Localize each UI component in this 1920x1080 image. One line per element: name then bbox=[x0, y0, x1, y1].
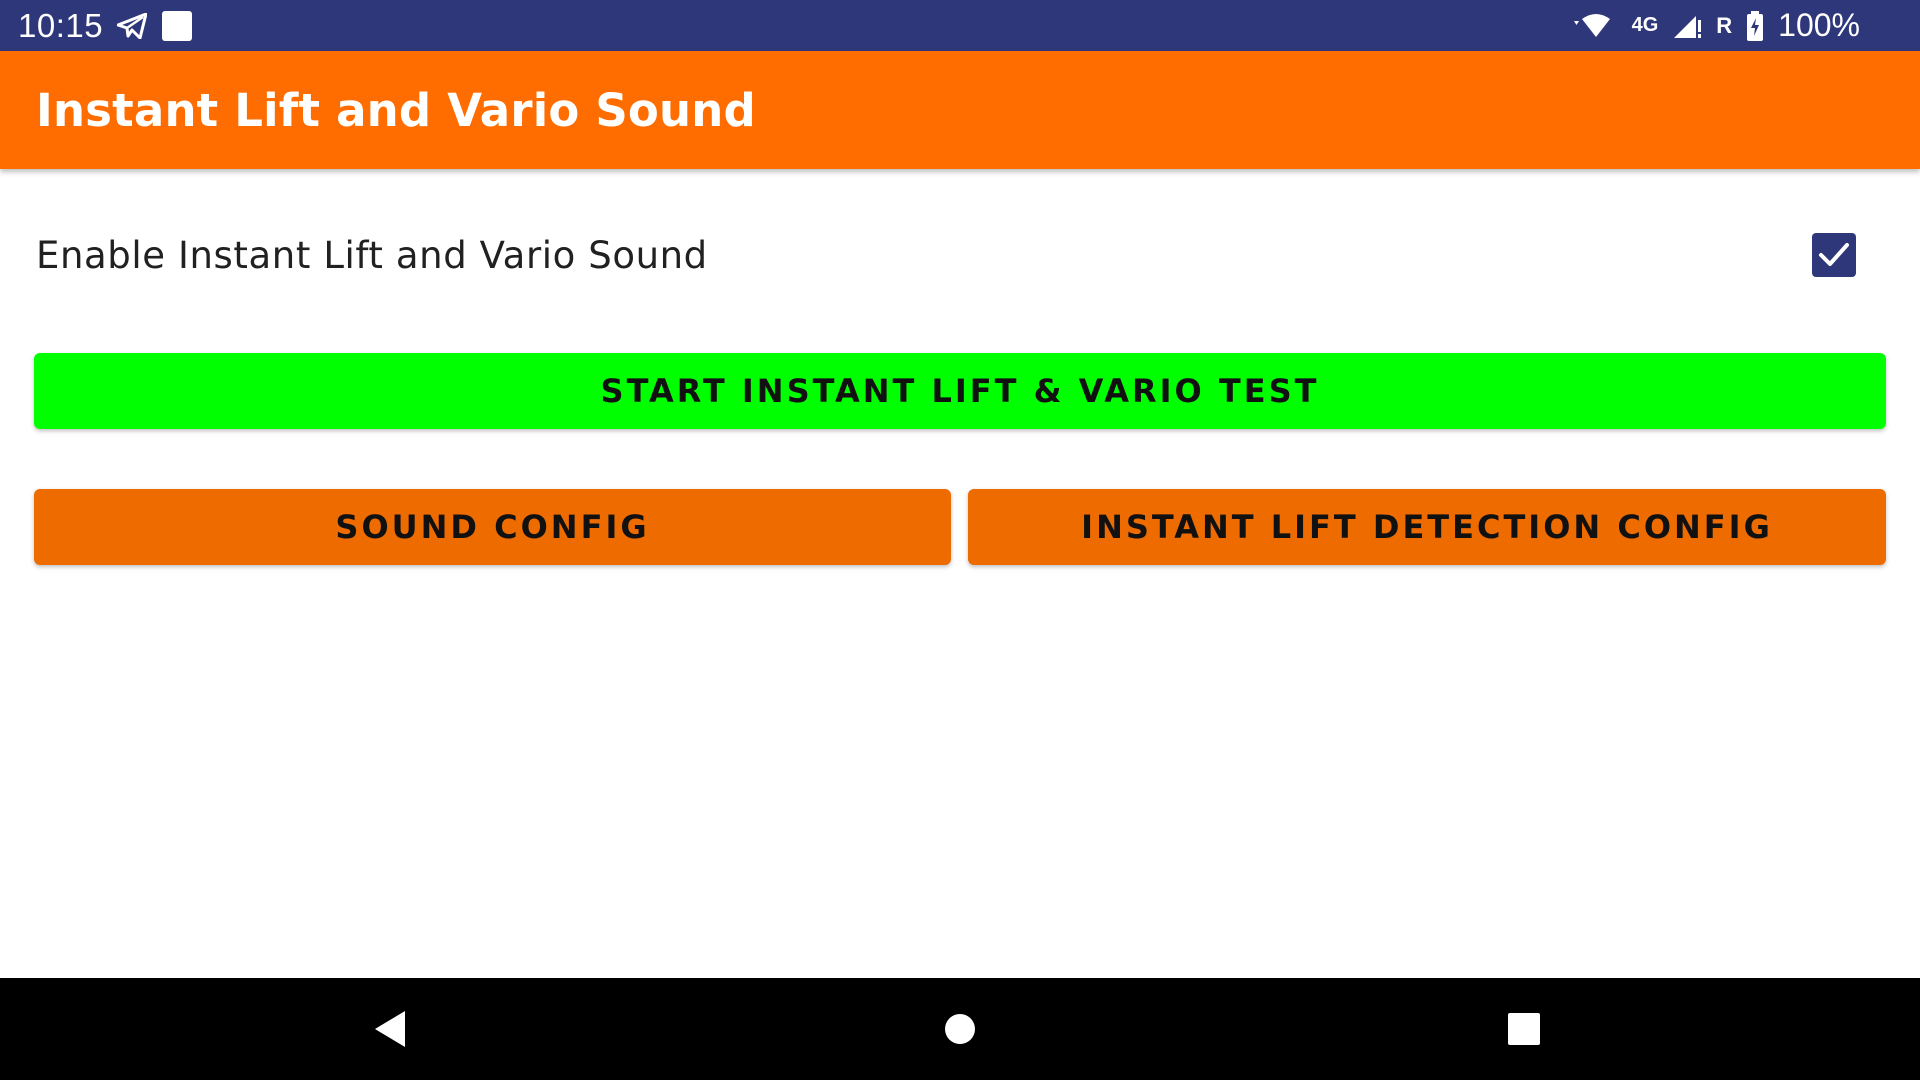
start-test-button[interactable]: START INSTANT LIFT & VARIO TEST bbox=[34, 353, 1886, 429]
status-left: 10:15 bbox=[18, 7, 193, 45]
network-type: 4G bbox=[1631, 14, 1659, 36]
back-icon bbox=[375, 1011, 405, 1047]
notification-square-icon bbox=[161, 10, 193, 42]
battery-charging-icon bbox=[1746, 10, 1764, 41]
enable-label: Enable Instant Lift and Vario Sound bbox=[36, 233, 708, 277]
wifi-icon bbox=[1572, 13, 1618, 39]
sound-config-button[interactable]: SOUND CONFIG bbox=[34, 489, 951, 565]
status-time: 10:15 bbox=[18, 6, 104, 44]
signal-icon bbox=[1672, 12, 1702, 40]
navigation-bar bbox=[0, 978, 1920, 1080]
recents-button[interactable] bbox=[1464, 978, 1584, 1080]
back-button[interactable] bbox=[331, 978, 451, 1080]
battery-percent: 100% bbox=[1778, 7, 1860, 43]
home-button[interactable] bbox=[900, 978, 1020, 1080]
roaming-indicator: R bbox=[1716, 12, 1733, 38]
app-bar: Instant Lift and Vario Sound bbox=[0, 51, 1920, 169]
detection-config-button[interactable]: INSTANT LIFT DETECTION CONFIG bbox=[968, 489, 1886, 565]
status-right: 4G R 100% bbox=[1572, 7, 1860, 44]
enable-setting-row[interactable]: Enable Instant Lift and Vario Sound bbox=[0, 215, 1920, 295]
page-title: Instant Lift and Vario Sound bbox=[36, 83, 756, 137]
home-icon bbox=[945, 1014, 975, 1044]
recents-icon bbox=[1508, 1013, 1540, 1045]
enable-checkbox[interactable] bbox=[1812, 233, 1856, 277]
checkmark-icon bbox=[1819, 243, 1849, 266]
status-bar: 10:15 4G R 100% bbox=[0, 0, 1920, 51]
telegram-icon bbox=[117, 12, 148, 39]
